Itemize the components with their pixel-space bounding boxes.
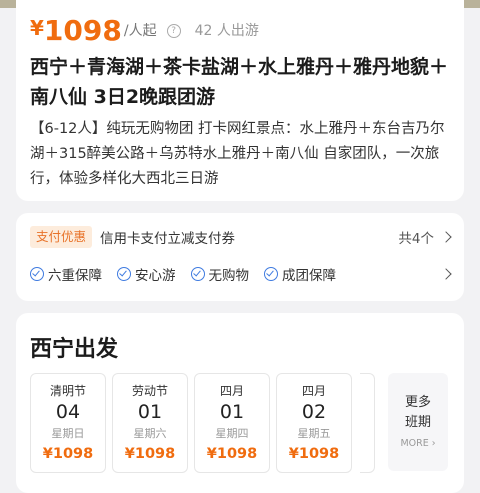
more-dates-label-line2: 班期 — [404, 415, 431, 430]
payment-promo-row[interactable]: 支付优惠 信用卡支付立减支付券 共4个 — [30, 226, 452, 248]
more-dates-en: MORE › — [400, 438, 436, 449]
check-circle-icon — [30, 267, 44, 281]
more-dates-button[interactable]: 更多 班期 MORE › — [388, 373, 448, 471]
departure-card: 西宁出发 清明节 04 星期日 ¥1098 劳动节 01 星期六 ¥1098 四… — [16, 313, 464, 493]
guarantee-item: 六重保障 — [30, 264, 102, 284]
info-icon[interactable]: ? — [166, 24, 181, 38]
guarantee-label: 成团保障 — [282, 268, 336, 284]
date-option[interactable]: 四月 02 星期五 ¥1098 — [276, 373, 352, 473]
guarantee-label: 安心游 — [135, 268, 176, 284]
date-day: 01 — [219, 401, 245, 423]
date-price: ¥1098 — [288, 446, 340, 462]
chevron-right-icon[interactable] — [440, 268, 452, 280]
date-price: ¥1098 — [42, 446, 94, 462]
promo-count-link[interactable]: 共4个 — [398, 227, 452, 247]
price-value: 1098 — [43, 14, 122, 47]
more-dates-label-line1: 更多 — [404, 395, 431, 410]
guarantee-item: 无购物 — [190, 264, 250, 284]
guarantee-label: 六重保障 — [48, 268, 102, 284]
date-weekday: 星期日 — [51, 427, 85, 440]
date-option[interactable]: 四月 01 星期四 ¥1098 — [194, 373, 270, 473]
date-day: 04 — [55, 401, 81, 423]
date-weekday: 星期五 — [297, 427, 331, 440]
promo-text: 信用卡支付立减支付券 — [100, 231, 236, 247]
date-holiday-label: 清明节 — [49, 384, 86, 398]
promo-card: 支付优惠 信用卡支付立减支付券 共4个 六重保障 安心游 无购物 成团保障 — [16, 213, 464, 301]
price-row: ¥ 1098 /人起 ? 42 人出游 — [30, 10, 259, 46]
guarantee-item: 安心游 — [117, 264, 176, 284]
promo-tag: 支付优惠 — [30, 226, 93, 248]
date-price: ¥1098 — [206, 446, 258, 462]
date-month-label: 四月 — [219, 384, 244, 398]
check-circle-icon — [117, 267, 131, 281]
date-price: ¥1098 — [124, 446, 176, 462]
product-title: 西宁＋青海湖＋茶卡盐湖＋水上雅丹＋雅丹地貌＋南八仙 3日2晚跟团游 — [30, 56, 449, 108]
date-option[interactable]: 劳动节 01 星期六 ¥1098 — [112, 373, 188, 473]
check-circle-icon — [264, 267, 278, 281]
product-summary-card: ¥ 1098 /人起 ? 42 人出游 西宁＋青海湖＋茶卡盐湖＋水上雅丹＋雅丹地… — [16, 0, 464, 201]
date-day: 01 — [137, 401, 163, 423]
date-weekday: 星期六 — [133, 427, 167, 440]
product-description: 【6-12人】纯玩无购物团 打卡网红景点：水上雅丹＋东台吉乃尔湖＋315醉美公路… — [30, 121, 445, 187]
date-option[interactable]: 清明节 04 星期日 ¥1098 — [30, 373, 106, 473]
date-holiday-label: 劳动节 — [131, 384, 168, 398]
date-day: 02 — [301, 401, 327, 423]
guarantee-label: 无购物 — [208, 268, 250, 284]
date-option-partial[interactable] — [360, 373, 375, 473]
date-weekday: 星期四 — [215, 427, 249, 440]
guarantee-item: 成团保障 — [264, 264, 336, 284]
date-month-label: 四月 — [301, 384, 326, 398]
travelers-count: 42 人出游 — [194, 23, 259, 39]
guarantee-row[interactable]: 六重保障 安心游 无购物 成团保障 — [30, 263, 452, 285]
chevron-right-icon — [440, 231, 452, 243]
departure-title: 西宁出发 — [30, 337, 119, 362]
price-unit: /人起 — [123, 23, 157, 39]
promo-count: 共4个 — [398, 231, 434, 247]
currency-symbol: ¥ — [30, 16, 44, 40]
check-circle-icon — [190, 267, 205, 281]
